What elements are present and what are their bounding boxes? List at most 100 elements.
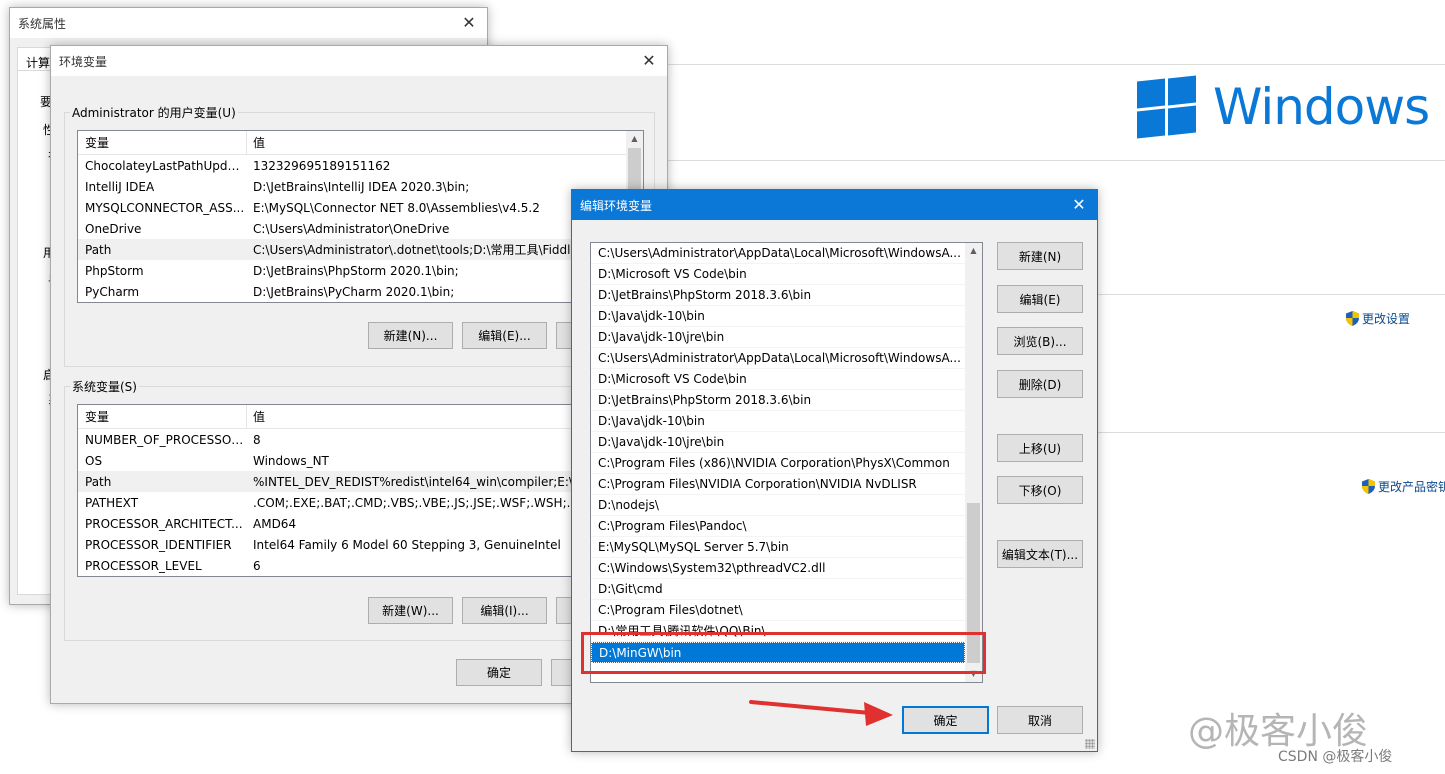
edit-text-button[interactable]: 编辑文本(T)... xyxy=(997,540,1083,568)
resize-grip[interactable] xyxy=(1085,739,1095,749)
path-list-item[interactable]: D:\JetBrains\PhpStorm 2018.3.6\bin xyxy=(591,285,965,306)
path-list-item[interactable]: D:\Java\jdk-10\jre\bin xyxy=(591,327,965,348)
system-vars-group-label: 系统变量(S) xyxy=(70,378,139,395)
windows-logo-icon xyxy=(1137,75,1197,139)
path-list-item[interactable]: C:\Program Files (x86)\NVIDIA Corporatio… xyxy=(591,453,965,474)
edit-button[interactable]: 编辑(E) xyxy=(997,285,1083,313)
column-header-variable[interactable]: 变量 xyxy=(78,408,246,425)
variable-value: %INTEL_DEV_REDIST%redist\intel64_win\com… xyxy=(253,474,589,489)
user-vars-group-label: Administrator 的用户变量(U) xyxy=(70,104,238,121)
column-header-variable[interactable]: 变量 xyxy=(78,134,246,151)
cancel-button[interactable]: 取消 xyxy=(997,706,1083,734)
change-product-key-link[interactable]: 更改产品密钥 xyxy=(1362,478,1445,495)
system-vars-list[interactable]: 变量 值 NUMBER_OF_PROCESSORS 8 OS Windows_NT Pa… xyxy=(77,404,644,577)
path-list-item[interactable]: D:\Microsoft VS Code\bin xyxy=(591,264,965,285)
path-list[interactable]: C:\Users\Administrator\AppData\Local\Mic… xyxy=(590,242,983,683)
close-icon[interactable]: ✕ xyxy=(459,13,479,33)
path-list-item[interactable]: D:\Java\jdk-10\bin xyxy=(591,306,965,327)
system-new-button[interactable]: 新建(W)... xyxy=(368,597,453,624)
new-button[interactable]: 新建(N) xyxy=(997,242,1083,270)
variable-name: IntelliJ IDEA xyxy=(85,179,155,194)
variable-value: 6 xyxy=(253,558,261,573)
table-row[interactable]: PyCharm D:\JetBrains\PyCharm 2020.1\bin; xyxy=(78,281,643,302)
table-row[interactable]: PhpStorm D:\JetBrains\PhpStorm 2020.1\bin… xyxy=(78,260,643,281)
variable-name: MYSQLCONNECTOR_ASS... xyxy=(85,200,245,215)
table-row[interactable]: PROCESSOR_LEVEL 6 xyxy=(78,555,643,576)
variable-value: Intel64 Family 6 Model 60 Stepping 3, Ge… xyxy=(253,537,561,552)
uac-shield-icon xyxy=(1346,311,1359,326)
user-edit-button[interactable]: 编辑(E)... xyxy=(462,322,547,349)
browse-button[interactable]: 浏览(B)... xyxy=(997,327,1083,355)
table-row[interactable]: PROCESSOR_IDENTIFIER Intel64 Family 6 Mod… xyxy=(78,534,643,555)
path-list-item[interactable]: D:\JetBrains\PhpStorm 2018.3.6\bin xyxy=(591,390,965,411)
uac-shield-icon xyxy=(1362,479,1375,494)
move-down-button[interactable]: 下移(O) xyxy=(997,476,1083,504)
path-list-item[interactable]: C:\Program Files\NVIDIA Corporation\NVID… xyxy=(591,474,965,495)
variable-value: .COM;.EXE;.BAT;.CMD;.VBS;.VBE;.JS;.JSE;.… xyxy=(253,495,597,510)
path-list-item[interactable]: E:\MySQL\MySQL Server 5.7\bin xyxy=(591,537,965,558)
path-list-item[interactable]: C:\Program Files\Pandoc\ xyxy=(591,516,965,537)
path-list-item[interactable]: C:\Users\Administrator\AppData\Local\Mic… xyxy=(591,348,965,369)
variable-value: 8 xyxy=(253,432,261,447)
close-icon[interactable]: ✕ xyxy=(1069,195,1089,215)
path-list-item[interactable]: D:\Git\cmd xyxy=(591,579,965,600)
window-title: 系统属性 xyxy=(18,16,67,31)
path-list-item[interactable]: D:\Java\jdk-10\bin xyxy=(591,411,965,432)
window-title: 编辑环境变量 xyxy=(580,198,653,213)
variable-value: D:\JetBrains\IntelliJ IDEA 2020.3\bin; xyxy=(253,179,470,194)
column-header-value[interactable]: 值 xyxy=(246,134,265,151)
variable-name: Path xyxy=(85,474,112,489)
user-vars-list[interactable]: 变量 值 ChocolateyLastPathUpdate 13232969518… xyxy=(77,130,644,303)
close-icon[interactable]: ✕ xyxy=(639,51,659,71)
variable-name: PhpStorm xyxy=(85,263,144,278)
path-list-item[interactable]: D:\Java\jdk-10\jre\bin xyxy=(591,432,965,453)
ok-button[interactable]: 确定 xyxy=(902,706,989,734)
variable-name: Path xyxy=(85,242,112,257)
move-up-button[interactable]: 上移(U) xyxy=(997,434,1083,462)
divider xyxy=(660,160,1445,161)
highlight-box xyxy=(581,632,986,674)
title-bar: 系统属性 ✕ xyxy=(10,8,487,38)
change-settings-link[interactable]: 更改设置 xyxy=(1346,310,1410,327)
variable-value: D:\JetBrains\PyCharm 2020.1\bin; xyxy=(253,284,455,299)
windows-brand-text: Windows 10 xyxy=(1213,78,1445,136)
system-edit-button[interactable]: 编辑(I)... xyxy=(462,597,547,624)
column-header-value[interactable]: 值 xyxy=(246,408,265,425)
table-row[interactable]: ChocolateyLastPathUpdate 1323296951891511… xyxy=(78,155,643,176)
title-bar: 编辑环境变量 ✕ xyxy=(572,190,1097,220)
variable-name: PROCESSOR_IDENTIFIER xyxy=(85,537,232,552)
table-row[interactable]: OneDrive C:\Users\Administrator\OneDrive xyxy=(78,218,643,239)
user-new-button[interactable]: 新建(N)... xyxy=(368,322,453,349)
variable-value: Windows_NT xyxy=(253,453,329,468)
table-row[interactable]: MYSQLCONNECTOR_ASS... E:\MySQL\Connector … xyxy=(78,197,643,218)
variable-name: PATHEXT xyxy=(85,495,139,510)
vertical-scrollbar[interactable]: ▲ ▼ xyxy=(965,243,982,682)
variable-value: E:\MySQL\Connector NET 8.0\Assemblies\v4… xyxy=(253,200,540,215)
table-row[interactable]: PROCESSOR_ARCHITECT... AMD64 xyxy=(78,513,643,534)
scroll-up-icon[interactable]: ▲ xyxy=(965,243,982,259)
path-list-item[interactable]: D:\Microsoft VS Code\bin xyxy=(591,369,965,390)
table-row[interactable]: OS Windows_NT xyxy=(78,450,643,471)
title-bar: 环境变量 ✕ xyxy=(51,46,667,76)
table-row[interactable]: Path %INTEL_DEV_REDIST%redist\intel64_win… xyxy=(78,471,643,492)
path-list-item[interactable]: C:\Users\Administrator\AppData\Local\Mic… xyxy=(591,243,965,264)
ok-button[interactable]: 确定 xyxy=(456,659,542,686)
variable-name: ChocolateyLastPathUpdate xyxy=(85,158,246,173)
variable-name: OS xyxy=(85,453,103,468)
path-list-item[interactable]: D:\nodejs\ xyxy=(591,495,965,516)
table-row[interactable]: IntelliJ IDEA D:\JetBrains\IntelliJ IDEA … xyxy=(78,176,643,197)
delete-button[interactable]: 删除(D) xyxy=(997,370,1083,398)
table-row[interactable]: NUMBER_OF_PROCESSORS 8 xyxy=(78,429,643,450)
scroll-up-icon[interactable]: ▲ xyxy=(626,131,643,147)
window-title: 环境变量 xyxy=(59,54,108,69)
variable-name: PROCESSOR_LEVEL xyxy=(85,558,202,573)
path-list-item[interactable]: C:\Windows\System32\pthreadVC2.dll xyxy=(591,558,965,579)
variable-name: PROCESSOR_ARCHITECT... xyxy=(85,516,243,531)
path-list-item[interactable]: C:\Program Files\dotnet\ xyxy=(591,600,965,621)
variable-value: C:\Users\Administrator\.dotnet\tools;D:\… xyxy=(253,243,583,257)
table-row[interactable]: PATHEXT .COM;.EXE;.BAT;.CMD;.VBS;.VBE;.JS… xyxy=(78,492,643,513)
variable-name: PyCharm xyxy=(85,284,140,299)
variable-value: D:\JetBrains\PhpStorm 2020.1\bin; xyxy=(253,263,459,278)
table-row[interactable]: Path C:\Users\Administrator\.dotnet\tools… xyxy=(78,239,643,260)
divider xyxy=(660,64,1445,65)
